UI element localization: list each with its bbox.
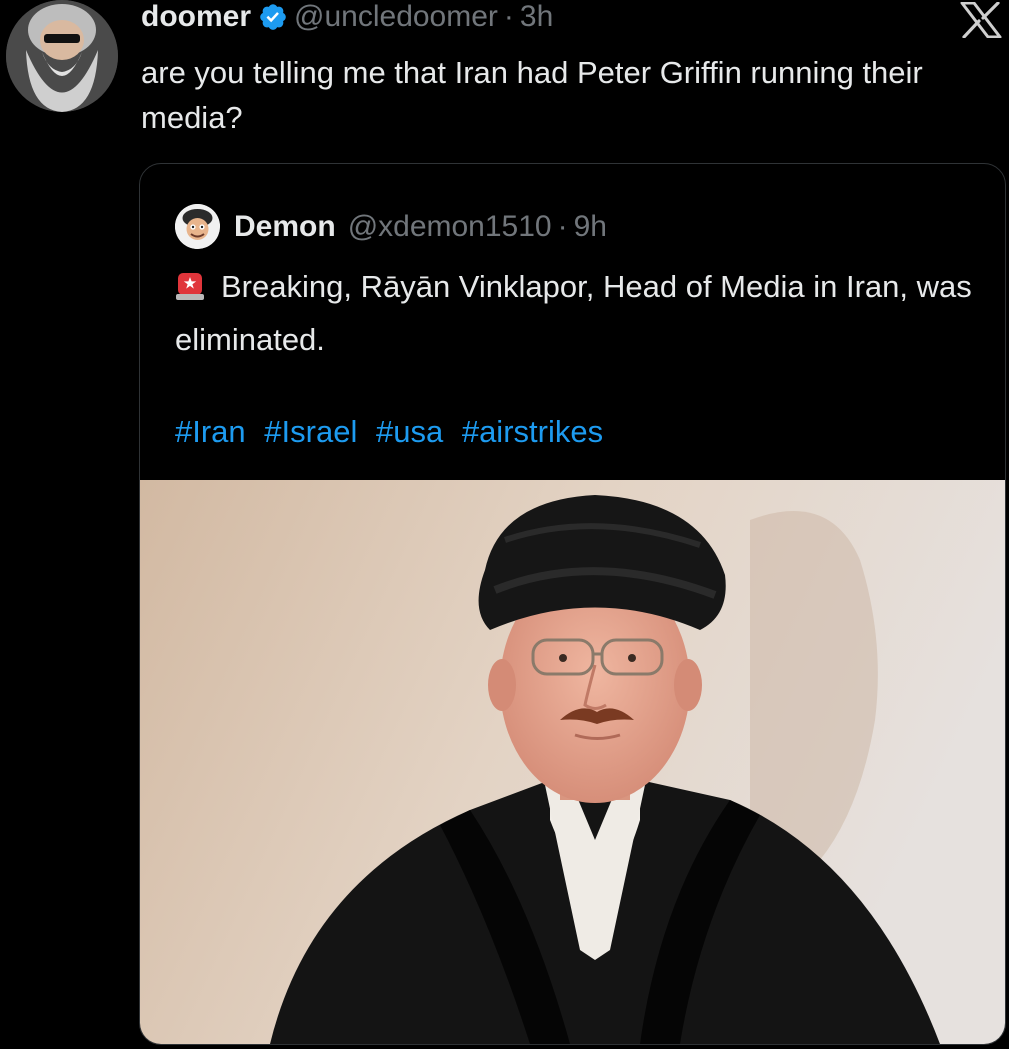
hashtag-link[interactable]: #usa bbox=[376, 414, 443, 449]
hashtag-link[interactable]: #airstrikes bbox=[462, 414, 603, 449]
tweet-text: are you telling me that Iran had Peter G… bbox=[141, 55, 923, 135]
quoted-tweet-text: Breaking, Rāyān Vinklapor, Head of Media… bbox=[175, 263, 975, 364]
quoted-tweet-header: Demon @xdemon1510 · 9h bbox=[175, 204, 607, 249]
separator-dot: · bbox=[503, 0, 514, 33]
quoted-tweet-time[interactable]: 9h bbox=[574, 210, 607, 244]
verified-badge-icon bbox=[258, 2, 288, 32]
separator-dot: · bbox=[557, 209, 568, 243]
author-avatar[interactable] bbox=[6, 0, 118, 112]
cartoon-face-avatar-icon bbox=[175, 204, 220, 249]
man-in-turban-photo bbox=[140, 480, 1005, 1044]
hashtag-link[interactable]: #Iran bbox=[175, 414, 246, 449]
hashtag-list: #Iran #Israel #usa #airstrikes bbox=[175, 414, 613, 450]
quoted-author-name[interactable]: Demon bbox=[234, 210, 336, 244]
rotating-light-icon bbox=[175, 268, 205, 316]
author-handle[interactable]: @uncledoomer bbox=[294, 0, 498, 34]
quoted-tweet-body: Breaking, Rāyān Vinklapor, Head of Media… bbox=[175, 269, 972, 357]
tweet-header: doomer @uncledoomer · 3h bbox=[141, 0, 553, 34]
x-logo-icon[interactable] bbox=[960, 1, 1002, 39]
quoted-author-avatar[interactable] bbox=[175, 204, 220, 249]
quoted-tweet[interactable]: Demon @xdemon1510 · 9h Breaking, Rāyān V… bbox=[139, 163, 1006, 1045]
bearded-man-sunglasses-icon bbox=[6, 0, 118, 112]
tweet-time[interactable]: 3h bbox=[520, 0, 553, 34]
author-name[interactable]: doomer bbox=[141, 0, 251, 34]
hashtag-link[interactable]: #Israel bbox=[264, 414, 357, 449]
quoted-tweet-photo[interactable] bbox=[140, 480, 1005, 1044]
quoted-author-handle[interactable]: @xdemon1510 bbox=[348, 210, 552, 244]
